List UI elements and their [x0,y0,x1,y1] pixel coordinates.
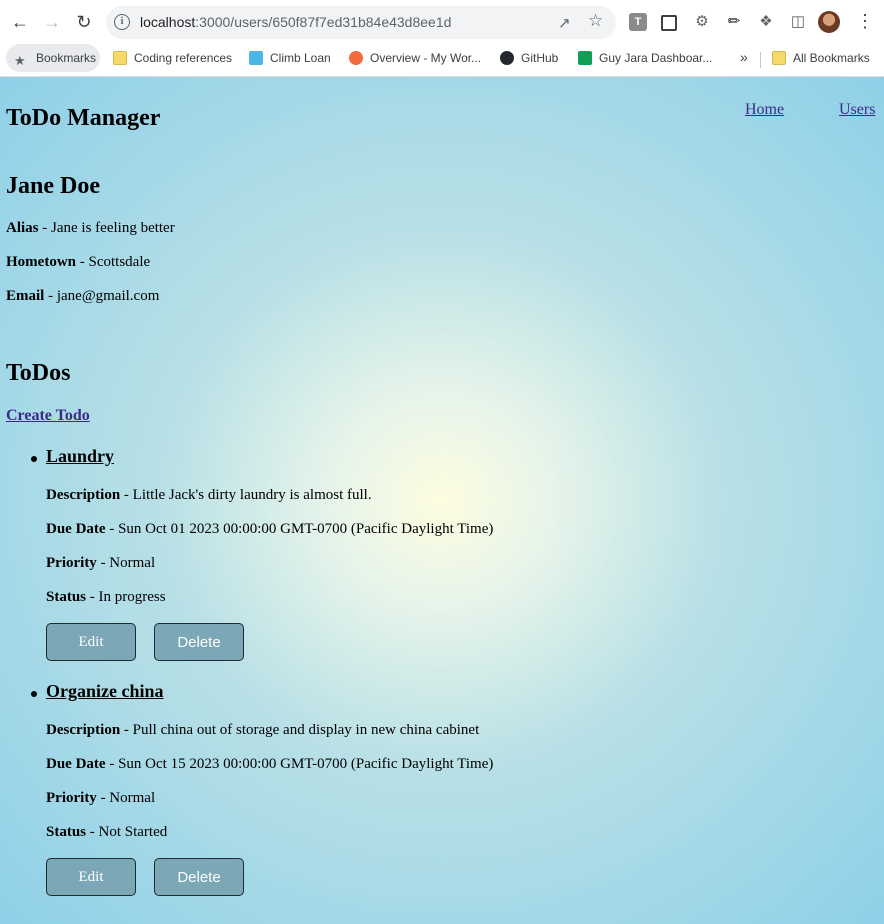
bookmarks-bar: ★ Bookmarks Coding references Climb Loan … [0,44,884,77]
nav-link-home[interactable]: Home [745,101,784,119]
bookmark-item-guy-jara[interactable]: Guy Jara Dashboar... [578,51,712,65]
github-icon [500,51,514,65]
star-icon: ★ [14,53,26,68]
back-arrow-icon[interactable]: ← [8,10,32,34]
user-alias: Alias - Jane is feeling better [6,220,175,236]
side-panel-icon[interactable]: ◫ [789,13,807,31]
browser-toolbar: ← → ↻ i localhost:3000/users/650f87f7ed3… [0,0,884,44]
folder-icon [772,51,786,65]
folder-icon [113,51,127,65]
share-icon[interactable]: ↗ [558,14,571,32]
site-info-icon[interactable]: i [114,14,130,30]
delete-button[interactable]: Delete [154,623,244,661]
climb-loan-icon [249,51,263,65]
image-extension-icon[interactable] [661,15,677,31]
bookmark-item-bookmarks[interactable]: ★ Bookmarks [14,51,96,68]
todo-status: Status - Not Started [46,824,168,840]
user-email: Email - jane@gmail.com [6,288,160,304]
text-extension-icon[interactable]: T [629,13,647,31]
todo-description: Description - Pull china out of storage … [46,722,480,738]
profile-avatar[interactable] [818,11,840,33]
todo-priority: Priority - Normal [46,555,156,571]
bookmarks-overflow-button[interactable]: » [740,49,748,65]
overview-site-icon [349,51,363,65]
bookmark-item-climb-loan[interactable]: Climb Loan [249,51,331,65]
reload-icon[interactable]: ↻ [72,10,96,34]
edit-button[interactable]: Edit [46,623,136,661]
forward-arrow-icon[interactable]: → [40,10,64,34]
page-content: ToDo Manager Home Users Jane Doe Alias -… [0,77,884,924]
todo-status: Status - In progress [46,589,166,605]
delete-button[interactable]: Delete [154,858,244,896]
list-bullet [31,456,37,462]
create-todo-link[interactable]: Create Todo [6,407,90,425]
nav-link-users[interactable]: Users [839,101,875,119]
address-bar[interactable]: i localhost:3000/users/650f87f7ed31b84e4… [106,6,616,39]
list-bullet [31,691,37,697]
todo-due-date: Due Date - Sun Oct 01 2023 00:00:00 GMT-… [46,521,494,537]
todo-title-link[interactable]: Organize china [46,681,164,702]
all-bookmarks-folder[interactable]: All Bookmarks [772,51,870,65]
todo-title-link[interactable]: Laundry [46,446,114,467]
todo-due-date: Due Date - Sun Oct 15 2023 00:00:00 GMT-… [46,756,494,772]
gear-extension-icon[interactable]: ⚙ [693,13,711,31]
extensions-puzzle-icon[interactable]: ❖ [757,13,775,31]
url-text[interactable]: localhost:3000/users/650f87f7ed31b84e43d… [140,14,451,30]
user-name: Jane Doe [6,173,100,199]
menu-kebab-icon[interactable]: ⋮ [856,11,874,32]
eyedropper-icon[interactable]: ✏ [725,13,743,31]
bookmark-item-overview[interactable]: Overview - My Wor... [349,51,481,65]
bookmark-star-icon[interactable]: ☆ [588,11,603,31]
sheets-icon [578,51,592,65]
user-hometown: Hometown - Scottsdale [6,254,151,270]
bookmark-item-coding-references[interactable]: Coding references [113,51,232,65]
app-title: ToDo Manager [6,105,161,131]
todo-description: Description - Little Jack's dirty laundr… [46,487,372,503]
todo-priority: Priority - Normal [46,790,156,806]
todos-heading: ToDos [6,360,71,386]
edit-button[interactable]: Edit [46,858,136,896]
bookmark-item-github[interactable]: GitHub [500,51,558,65]
bookmarks-divider [760,52,761,68]
